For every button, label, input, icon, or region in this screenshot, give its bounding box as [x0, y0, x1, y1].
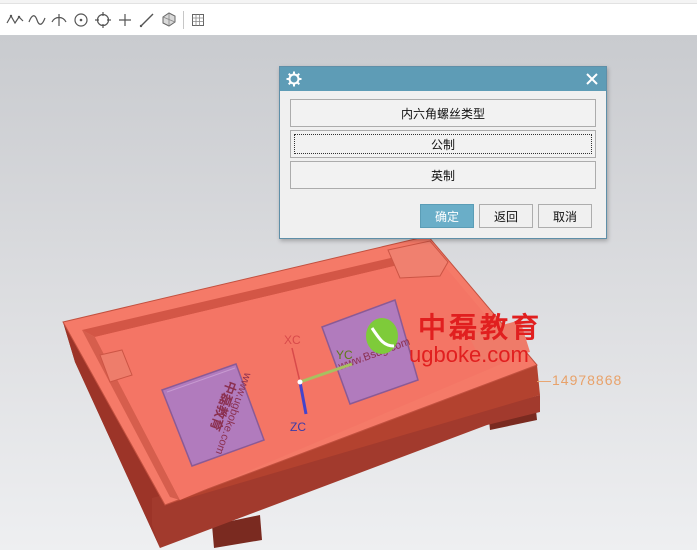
studio-spline-icon[interactable]: [4, 10, 26, 30]
point-icon[interactable]: [114, 10, 136, 30]
dialog-title-bar[interactable]: [280, 67, 606, 91]
cancel-button[interactable]: 取消: [538, 204, 592, 228]
toolbar-top-strip: [0, 0, 697, 4]
screw-type-dialog: 内六角螺丝类型 公制 英制 确定 返回 取消: [279, 66, 607, 239]
intersection-curve-icon[interactable]: [48, 10, 70, 30]
logo-orb: [366, 318, 398, 354]
watermark-brand: 中磊教育: [418, 311, 543, 344]
zc-axis-label: ZC: [290, 420, 306, 434]
watermark-phone: —14978868: [537, 372, 623, 388]
yc-axis-label: YC: [336, 348, 353, 362]
top-toolbar: [0, 0, 697, 36]
hex-screw-type-label: 内六角螺丝类型: [400, 106, 485, 121]
ok-button[interactable]: 确定: [420, 204, 474, 228]
circle-center-icon[interactable]: [92, 10, 114, 30]
metric-button[interactable]: 公制: [290, 130, 596, 158]
xc-axis-label: XC: [284, 333, 301, 347]
back-button[interactable]: 返回: [479, 204, 533, 228]
watermark-phone-number: 14978868: [552, 372, 623, 388]
imperial-label: 英制: [430, 168, 455, 183]
circle-icon[interactable]: [70, 10, 92, 30]
hex-screw-type-button[interactable]: 内六角螺丝类型: [290, 99, 596, 127]
watermark-url: ugboke.com: [409, 342, 529, 367]
toolbar-separator: [183, 11, 184, 29]
line-icon[interactable]: [136, 10, 158, 30]
imperial-button[interactable]: 英制: [290, 161, 596, 189]
focus-ring: [294, 134, 592, 154]
grid-icon[interactable]: [187, 10, 209, 30]
gear-icon: [286, 71, 302, 87]
curve-toolbar-group: [4, 10, 209, 30]
3d-view-icon[interactable]: [158, 10, 180, 30]
close-icon[interactable]: [584, 71, 600, 87]
general-curve-icon[interactable]: [26, 10, 48, 30]
